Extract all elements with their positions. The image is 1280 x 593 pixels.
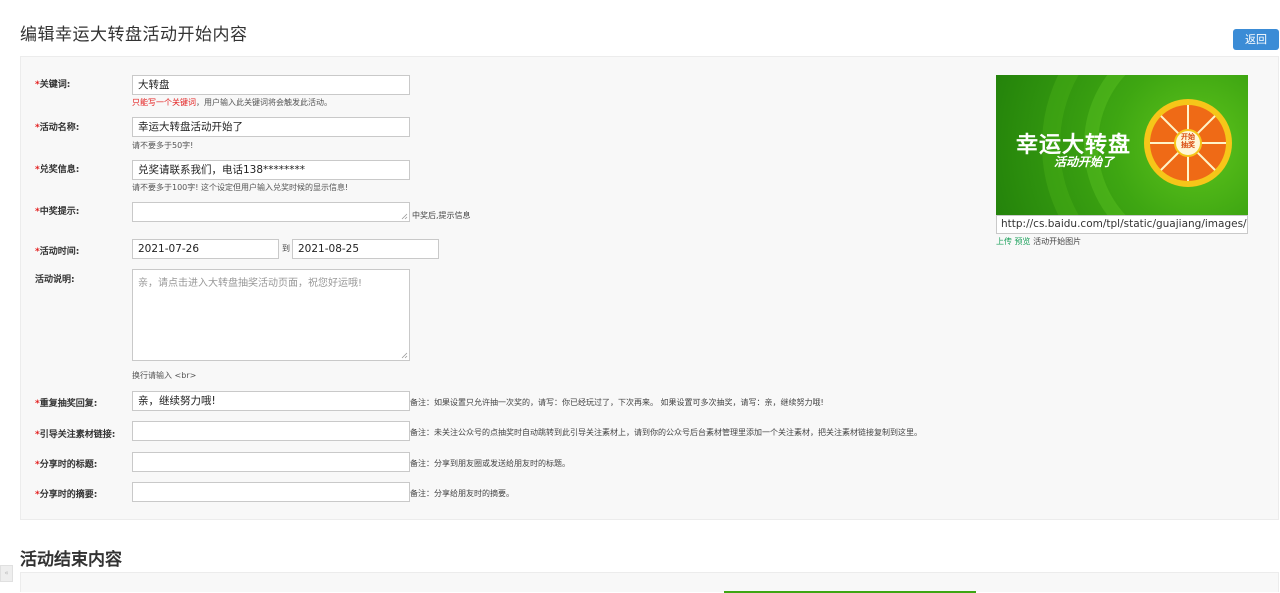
wheel-center-label[interactable]: 开始抽奖 (1178, 133, 1198, 149)
share-title-note: 备注：分享到朋友圈或发送给朋友时的标题。 (410, 459, 570, 468)
date-range-separator: 到 (282, 244, 290, 253)
description-label: 活动说明: (35, 275, 75, 285)
activity-time-label: *活动时间: (35, 247, 80, 257)
image-actions: 上传 预览 活动开始图片 (996, 236, 1081, 247)
image-url-input[interactable]: http://cs.baidu.com/tpl/static/guajiang/… (996, 215, 1248, 234)
end-content-title: 活动结束内容 (20, 550, 122, 570)
preview-link[interactable]: 预览 (1015, 237, 1031, 246)
redeem-info-input[interactable]: 兑奖请联系我们，电话138******** (132, 160, 410, 180)
share-title-input[interactable] (132, 452, 410, 472)
resize-grip-icon[interactable] (401, 213, 408, 220)
share-summary-input[interactable] (132, 482, 410, 502)
win-tip-label: *中奖提示: (35, 207, 80, 217)
keyword-input[interactable]: 大转盘 (132, 75, 410, 95)
keyword-hint: 只能写一个关键词，用户输入此关键词将会触发此活动。 (132, 98, 332, 107)
keyword-label: *关键词: (35, 80, 71, 90)
upload-link[interactable]: 上传 (996, 237, 1012, 246)
redeem-info-hint: 请不要多于100字! 这个设定但用户输入兑奖时候的显示信息! (132, 183, 349, 192)
back-button[interactable]: 返回 (1233, 29, 1279, 50)
follow-link-input[interactable] (132, 421, 410, 441)
page-title: 编辑幸运大转盘活动开始内容 (20, 25, 248, 45)
redeem-info-label: *兑奖信息: (35, 165, 80, 175)
image-caption: 活动开始图片 (1033, 237, 1082, 246)
share-summary-note: 备注：分享给朋友时的摘要。 (410, 489, 514, 498)
win-tip-note: 中奖后,提示信息 (412, 211, 471, 220)
description-hint: 换行请输入 <br> (132, 371, 197, 380)
activity-name-hint: 请不要多于50字! (132, 141, 194, 150)
resize-grip-icon[interactable] (401, 352, 408, 359)
start-content-form: *关键词: 大转盘 只能写一个关键词，用户输入此关键词将会触发此活动。 *活动名… (20, 56, 1279, 520)
win-tip-textarea[interactable] (132, 202, 410, 222)
share-title-label: *分享时的标题: (35, 460, 98, 470)
repeat-reply-label: *重复抽奖回复: (35, 399, 98, 409)
banner-subtitle: 活动开始了 (1054, 155, 1115, 169)
activity-name-input[interactable]: 幸运大转盘活动开始了 (132, 117, 410, 137)
repeat-reply-note: 备注：如果设置只允许抽一次奖的，请写：你已经玩过了，下次再来。 如果设置可多次抽… (410, 398, 824, 407)
repeat-reply-input[interactable]: 亲，继续努力哦! (132, 391, 410, 411)
activity-name-label: *活动名称: (35, 123, 80, 133)
end-date-input[interactable]: 2021-08-25 (292, 239, 439, 259)
start-date-input[interactable]: 2021-07-26 (132, 239, 279, 259)
share-summary-label: *分享时的摘要: (35, 490, 98, 500)
activity-start-image: 开始抽奖 幸运大转盘 活动开始了 (996, 75, 1248, 215)
end-content-form (20, 572, 1279, 593)
follow-link-note: 备注：未关注公众号的点抽奖时自动跳转到此引导关注素材上，请到你的公众号后台素材管… (410, 428, 922, 437)
description-textarea[interactable]: 亲，请点击进入大转盘抽奖活动页面，祝您好运哦! (132, 269, 410, 361)
side-collapse-handle[interactable]: « (0, 565, 13, 582)
follow-link-label: *引导关注素材链接: (35, 430, 116, 440)
